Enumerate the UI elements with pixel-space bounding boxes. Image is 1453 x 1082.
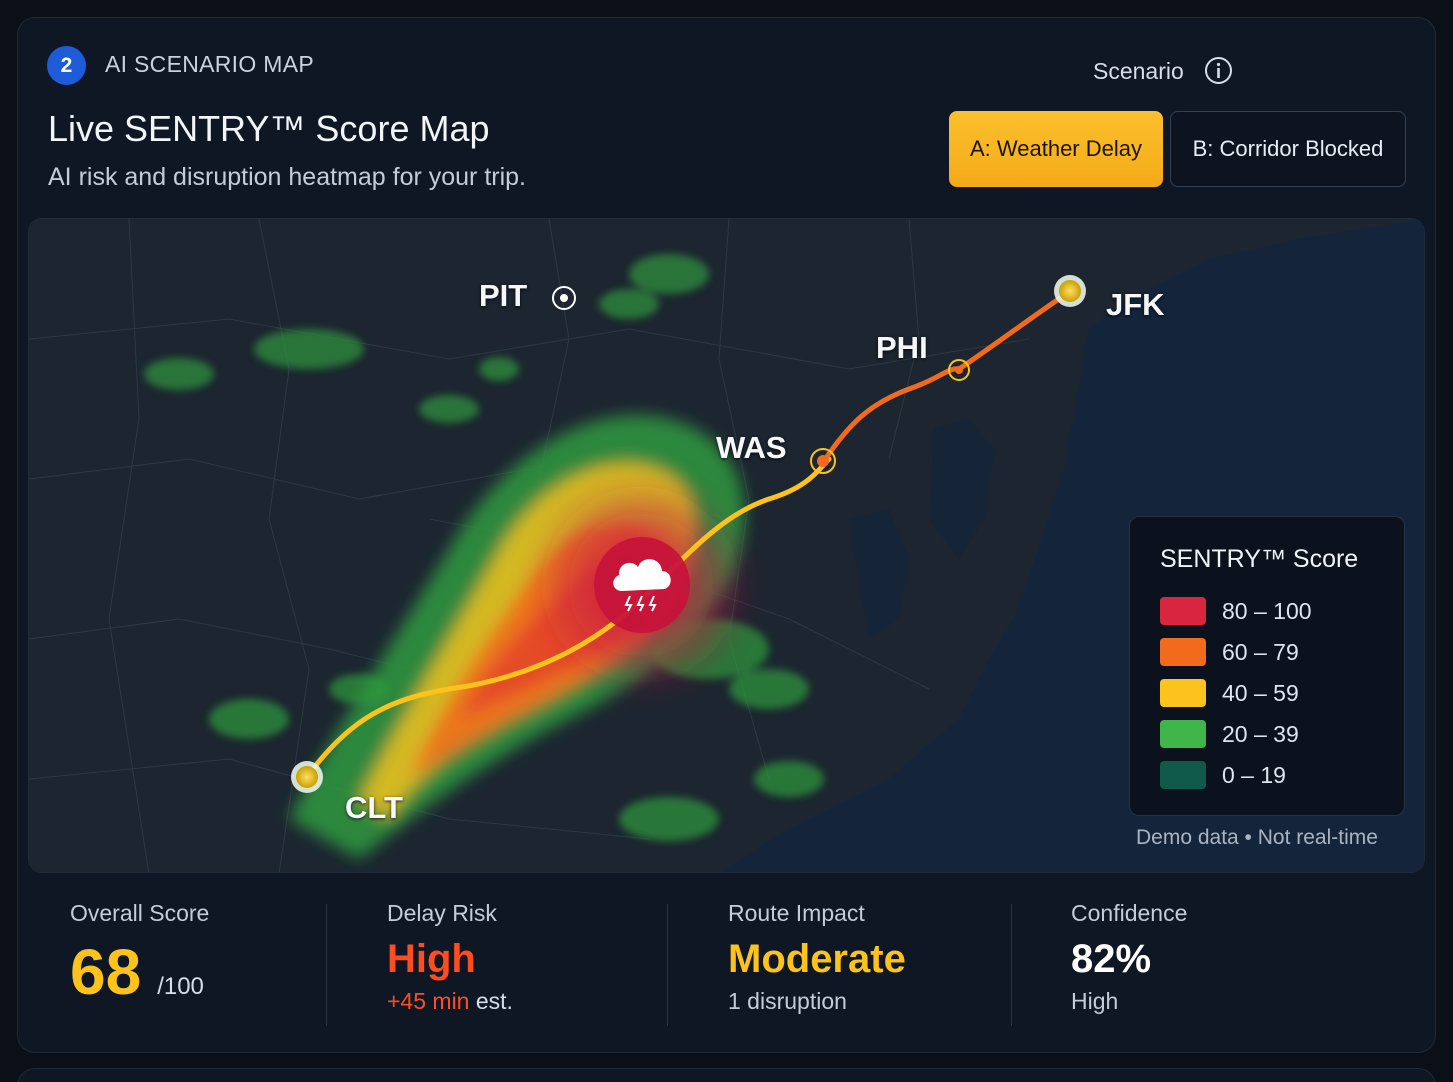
step-badge: 2	[47, 46, 86, 85]
stat-divider	[1011, 904, 1012, 1026]
city-label-jfk: JFK	[1106, 287, 1165, 322]
route-impact-value: Moderate	[728, 937, 906, 981]
legend-title: SENTRY™ Score	[1160, 545, 1359, 573]
overall-score-suffix: /100	[157, 973, 204, 1000]
city-label-was: WAS	[716, 430, 787, 465]
legend-item: 60 – 79	[1160, 638, 1299, 666]
confidence-detail: High	[1071, 988, 1119, 1014]
info-icon[interactable]	[1204, 56, 1233, 85]
legend-item: 20 – 39	[1160, 720, 1299, 748]
stat-label: Confidence	[1071, 900, 1188, 926]
scenario-a-button[interactable]: A: Weather Delay	[949, 111, 1163, 187]
storm-marker[interactable]	[594, 537, 690, 633]
stat-delay-risk: Delay Risk High +45 min est.	[387, 900, 513, 1015]
delay-est: est.	[469, 988, 513, 1014]
overall-score-value: 68	[70, 936, 142, 1008]
stat-route-impact: Route Impact Moderate 1 disruption	[728, 900, 906, 1015]
legend-range: 0 – 19	[1222, 761, 1286, 788]
delay-risk-value: High	[387, 937, 476, 981]
legend-swatch-0-19	[1160, 761, 1206, 789]
section-label: AI SCENARIO MAP	[105, 51, 314, 77]
next-card	[17, 1068, 1436, 1082]
legend-swatch-20-39	[1160, 720, 1206, 748]
stat-confidence: Confidence 82% High	[1071, 900, 1187, 1015]
legend-item: 40 – 59	[1160, 679, 1299, 707]
legend-range: 60 – 79	[1222, 638, 1299, 665]
scenario-b-button[interactable]: B: Corridor Blocked	[1170, 111, 1406, 187]
stat-divider	[667, 904, 668, 1026]
city-label-clt: CLT	[345, 790, 403, 825]
city-label-pit: PIT	[479, 278, 528, 313]
legend-range: 40 – 59	[1222, 679, 1299, 706]
legend-item: 0 – 19	[1160, 761, 1286, 789]
page-title: Live SENTRY™ Score Map	[48, 108, 490, 149]
legend-range: 20 – 39	[1222, 720, 1299, 747]
score-legend: SENTRY™ Score 80 – 100 60 – 79 40 – 59 2…	[1129, 516, 1405, 816]
legend-swatch-60-79	[1160, 638, 1206, 666]
stat-label: Delay Risk	[387, 900, 497, 926]
city-label-phi: PHI	[876, 330, 928, 365]
demo-data-note: Demo data • Not real-time	[1136, 826, 1378, 849]
route-impact-detail: 1 disruption	[728, 988, 847, 1014]
scenario-label: Scenario	[1093, 58, 1184, 84]
jfk-marker[interactable]	[1054, 275, 1086, 307]
stat-label: Overall Score	[70, 900, 210, 926]
page-subtitle: AI risk and disruption heatmap for your …	[48, 163, 527, 191]
stat-overall-score: Overall Score 68 /100	[70, 900, 209, 1009]
delay-minutes: +45 min	[387, 988, 470, 1014]
clt-marker[interactable]	[291, 761, 323, 793]
legend-swatch-80-100	[1160, 597, 1206, 625]
legend-range: 80 – 100	[1222, 597, 1312, 624]
confidence-value: 82%	[1071, 937, 1152, 981]
stat-divider	[326, 904, 327, 1026]
legend-item: 80 – 100	[1160, 597, 1312, 625]
stat-label: Route Impact	[728, 900, 865, 926]
legend-swatch-40-59	[1160, 679, 1206, 707]
